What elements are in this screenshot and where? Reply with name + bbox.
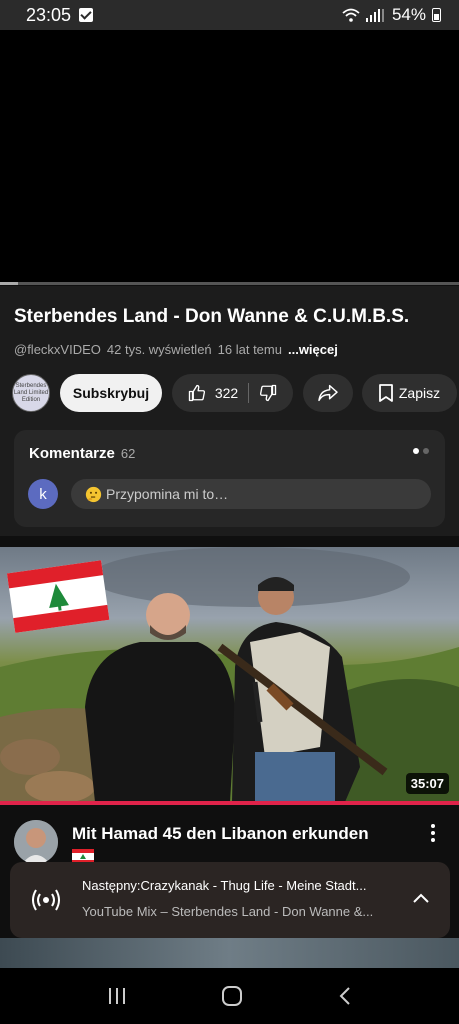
like-count: 322 <box>214 385 239 401</box>
status-time: 23:05 <box>26 4 72 25</box>
thumbnail-progress-bar <box>0 801 459 805</box>
comments-count: 62 <box>120 446 136 461</box>
android-nav-bar <box>0 968 459 1024</box>
carousel-dots <box>413 448 429 454</box>
thinking-face-icon <box>85 486 102 502</box>
comments-header: Komentarze 62 <box>29 445 135 462</box>
like-dislike-pill: 322 <box>172 374 293 412</box>
dislike-button[interactable] <box>249 384 277 402</box>
like-button[interactable]: 322 <box>188 383 250 403</box>
video-title[interactable]: Sterbendes Land - Don Wanne & C.U.M.B.S. <box>14 306 449 328</box>
channel-avatar[interactable]: Sterbendes Land Limited Edition <box>12 374 50 412</box>
partial-thumbnail[interactable] <box>0 938 459 968</box>
next-channel-avatar[interactable] <box>14 820 58 864</box>
action-row: Sterbendes Land Limited Edition Subskryb… <box>12 374 457 412</box>
battery-percent: 54% <box>391 5 426 24</box>
comments-label: Komentarze <box>29 445 115 462</box>
comments-panel[interactable]: Komentarze 62 k Przypomina mi to… <box>14 430 445 527</box>
share-icon <box>318 384 338 402</box>
kebab-dot <box>431 838 435 842</box>
next-video-row[interactable]: Mit Hamad 45 den Libanon erkunden <box>0 818 459 868</box>
thumbs-up-icon <box>188 384 205 402</box>
thumbnail-image <box>0 547 459 802</box>
thumbs-down-icon <box>260 384 277 402</box>
next-up-label: Następny: <box>82 878 141 893</box>
channel-avatar-image <box>14 820 58 864</box>
next-up-mini-player[interactable]: Następny:Crazykanak - Thug Life - Meine … <box>10 862 450 938</box>
view-count: 42 tys. wyświetleń <box>106 342 212 357</box>
next-video-title[interactable]: Mit Hamad 45 den Libanon erkunden <box>72 823 412 864</box>
channel-avatar-label: Sterbendes Land Limited Edition <box>13 382 49 403</box>
carousel-dot <box>423 448 429 454</box>
next-up-video-title: Crazykanak - Thug Life - Meine Stadt... <box>140 878 367 893</box>
status-left: 23:05 <box>26 4 94 26</box>
video-player[interactable] <box>0 30 459 285</box>
channel-handle: @fleckxVIDEO <box>14 342 101 357</box>
signal-icon <box>365 9 384 22</box>
status-right: 54% <box>342 5 441 25</box>
battery-icon <box>432 8 441 22</box>
player-progress-bar[interactable] <box>0 282 459 285</box>
kebab-dot <box>431 831 435 835</box>
share-button[interactable] <box>303 374 353 412</box>
wifi-icon <box>342 8 360 22</box>
chevron-up-icon[interactable] <box>412 892 430 904</box>
comment-placeholder: Przypomina mi to… <box>106 486 229 502</box>
comment-input[interactable]: Przypomina mi to… <box>71 479 431 509</box>
back-icon[interactable] <box>338 986 352 1006</box>
player-progress-fill <box>0 282 19 285</box>
broadcast-icon <box>32 889 60 911</box>
more-link[interactable]: ...więcej <box>288 342 338 357</box>
video-meta[interactable]: @fleckxVIDEO 42 tys. wyświetleń 16 lat t… <box>14 342 338 357</box>
bookmark-icon <box>378 384 393 402</box>
next-video-title-text: Mit Hamad 45 den Libanon erkunden <box>72 824 369 843</box>
video-duration-badge: 35:07 <box>405 773 449 794</box>
save-button[interactable]: Zapisz <box>362 374 457 412</box>
user-avatar: k <box>28 479 58 509</box>
carousel-dot-active <box>413 448 419 454</box>
next-video-thumbnail[interactable]: 35:07 <box>0 547 459 802</box>
check-icon <box>79 8 94 22</box>
video-info: Sterbendes Land - Don Wanne & C.U.M.B.S.… <box>0 286 459 536</box>
upload-age: 16 lat temu <box>217 342 282 357</box>
status-bar: 23:05 54% <box>0 0 459 30</box>
save-label: Zapisz <box>398 385 441 401</box>
kebab-dot <box>431 824 435 828</box>
subscribe-button[interactable]: Subskrybuj <box>60 374 162 412</box>
next-up-title: Następny:Crazykanak - Thug Life - Meine … <box>82 878 402 893</box>
more-options-icon[interactable] <box>431 824 435 842</box>
mix-title: YouTube Mix – Sterbendes Land - Don Wann… <box>82 904 374 919</box>
recent-apps-icon[interactable] <box>107 987 127 1005</box>
home-icon[interactable] <box>221 985 243 1007</box>
